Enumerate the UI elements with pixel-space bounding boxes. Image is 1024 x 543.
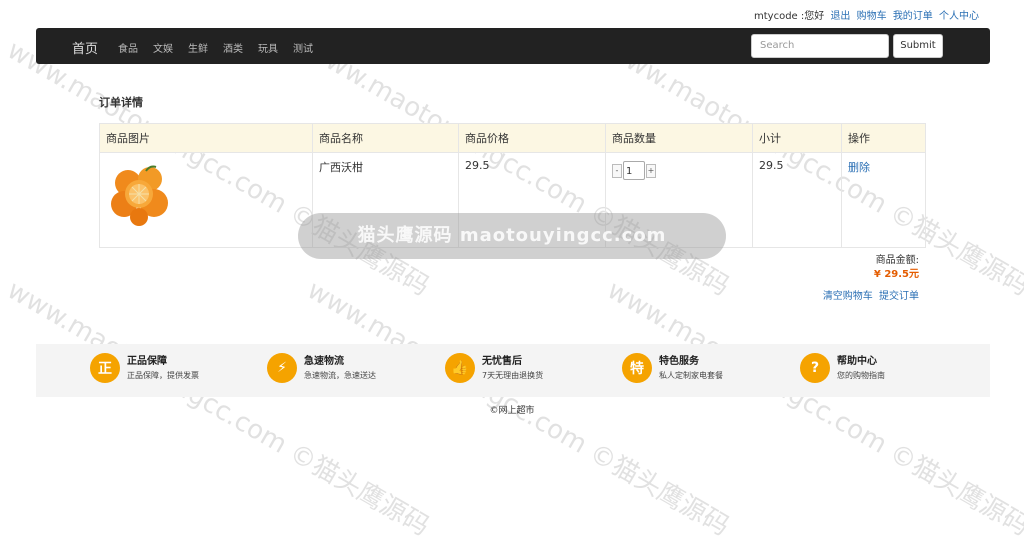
nav-item-toys[interactable]: 玩具 bbox=[258, 40, 278, 55]
clear-cart-link[interactable]: 清空购物车 bbox=[823, 291, 873, 302]
quantity-decrease-button[interactable]: - bbox=[612, 164, 622, 178]
feature-subtitle: 您的购物指南 bbox=[837, 370, 885, 382]
user-bar: mtycode :您好 退出 购物车 我的订单 个人中心 bbox=[754, 7, 979, 22]
copyright: ©网上超市 bbox=[0, 403, 1024, 416]
search-submit-button[interactable]: Submit bbox=[893, 34, 943, 58]
quantity-stepper: - 1 + bbox=[612, 161, 746, 180]
total-value: ¥ 29.5元 bbox=[874, 265, 919, 280]
feature-title: 帮助中心 bbox=[837, 355, 885, 368]
col-header-image: 商品图片 bbox=[100, 124, 313, 153]
nav-brand-home[interactable]: 首页 bbox=[72, 38, 98, 57]
profile-link[interactable]: 个人中心 bbox=[939, 11, 979, 22]
feature-title: 特色服务 bbox=[659, 355, 723, 368]
nav-item-entertainment[interactable]: 文娱 bbox=[153, 40, 173, 55]
table-header-row: 商品图片 商品名称 商品价格 商品数量 小计 操作 bbox=[100, 124, 926, 153]
user-greeting: mtycode :您好 bbox=[754, 11, 824, 22]
col-header-price: 商品价格 bbox=[459, 124, 606, 153]
action-cell: 删除 bbox=[842, 153, 926, 248]
product-image-oranges[interactable] bbox=[106, 159, 176, 229]
col-header-subtotal: 小计 bbox=[753, 124, 842, 153]
feature-title: 急速物流 bbox=[304, 355, 376, 368]
delete-link[interactable]: 删除 bbox=[848, 161, 870, 174]
col-header-quantity: 商品数量 bbox=[606, 124, 753, 153]
subtotal: 29.5 bbox=[753, 153, 842, 248]
page-title: 订单详情 bbox=[99, 94, 143, 110]
feature-subtitle: 私人定制家电套餐 bbox=[659, 370, 723, 382]
nav-links: 食品 文娱 生鲜 酒类 玩具 测试 bbox=[118, 40, 328, 55]
nav-item-fresh[interactable]: 生鲜 bbox=[188, 40, 208, 55]
feature-help-center: ? 帮助中心 您的购物指南 bbox=[800, 353, 885, 383]
col-header-action: 操作 bbox=[842, 124, 926, 153]
nav-item-food[interactable]: 食品 bbox=[118, 40, 138, 55]
total-label: 商品金额: bbox=[876, 251, 919, 266]
feature-subtitle: 7天无理由退换货 bbox=[482, 370, 543, 382]
feature-title: 无忧售后 bbox=[482, 355, 543, 368]
nav-item-test[interactable]: 测试 bbox=[293, 40, 313, 55]
quantity-increase-button[interactable]: + bbox=[646, 164, 656, 178]
cart-link[interactable]: 购物车 bbox=[857, 11, 887, 22]
submit-order-link[interactable]: 提交订单 bbox=[879, 291, 919, 302]
navbar: 首页 食品 文娱 生鲜 酒类 玩具 测试 Search Submit bbox=[36, 28, 990, 64]
col-header-name: 商品名称 bbox=[313, 124, 459, 153]
help-icon: ? bbox=[800, 353, 830, 383]
watermark-banner: 猫头鹰源码 maotouyingcc.com bbox=[298, 213, 726, 259]
feature-after-sales: 👍 无忧售后 7天无理由退换货 bbox=[445, 353, 543, 383]
feature-genuine: 正 正品保障 正品保障，提供发票 bbox=[90, 353, 199, 383]
logout-link[interactable]: 退出 bbox=[830, 11, 850, 22]
product-image-cell bbox=[100, 153, 313, 248]
order-actions: 清空购物车 提交订单 bbox=[820, 287, 919, 302]
feature-logistics: ⚡ 急速物流 急速物流，急速送达 bbox=[267, 353, 376, 383]
feature-subtitle: 正品保障，提供发票 bbox=[127, 370, 199, 382]
feature-title: 正品保障 bbox=[127, 355, 199, 368]
service-features-bar: 正 正品保障 正品保障，提供发票 ⚡ 急速物流 急速物流，急速送达 👍 无忧售后… bbox=[36, 344, 990, 397]
feature-subtitle: 急速物流，急速送达 bbox=[304, 370, 376, 382]
lightning-icon: ⚡ bbox=[267, 353, 297, 383]
feature-special-service: 特 特色服务 私人定制家电套餐 bbox=[622, 353, 723, 383]
search-input[interactable]: Search bbox=[751, 34, 889, 58]
nav-item-liquor[interactable]: 酒类 bbox=[223, 40, 243, 55]
quantity-input[interactable]: 1 bbox=[623, 161, 645, 180]
special-icon: 特 bbox=[622, 353, 652, 383]
my-orders-link[interactable]: 我的订单 bbox=[893, 11, 933, 22]
thumbs-up-icon: 👍 bbox=[445, 353, 475, 383]
genuine-icon: 正 bbox=[90, 353, 120, 383]
